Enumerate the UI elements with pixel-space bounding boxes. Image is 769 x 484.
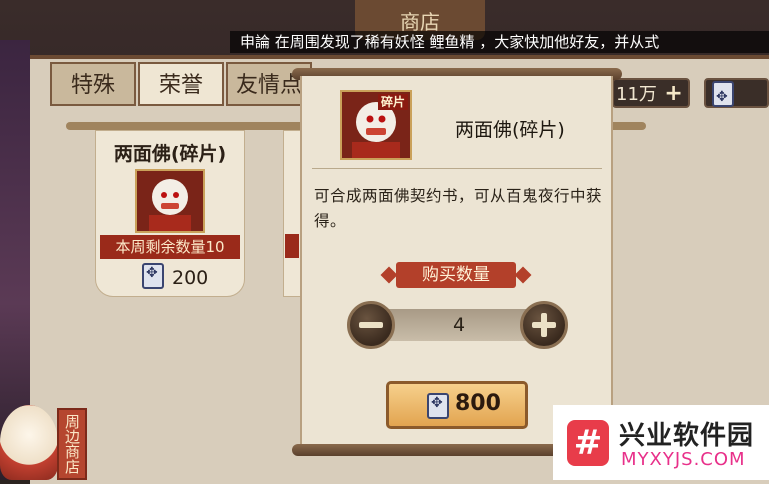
card-item-name: 两面佛(碎片)	[113, 143, 227, 165]
increase-quantity-button[interactable]	[520, 301, 568, 349]
currency-amount: 11万	[616, 84, 657, 105]
tab-special[interactable]: 特殊	[50, 62, 136, 106]
popup-item-portrait: 碎片	[340, 90, 412, 160]
watermark-title: 兴业软件园	[619, 421, 755, 451]
quantity-label: 购买数量	[396, 262, 516, 288]
minus-icon	[359, 322, 383, 328]
lucky-cat-icon[interactable]	[0, 405, 58, 480]
fragment-tag: 碎片	[377, 94, 408, 110]
announcement-ticker: 申論 在周围发现了稀有妖怪 鲤鱼精 ，大家快加他好友，并从式	[230, 31, 769, 53]
tab-honor[interactable]: 荣誉	[138, 62, 224, 106]
watermark-url: MYXYJS.COM	[621, 449, 746, 470]
currency-display: 11万 +	[612, 78, 690, 108]
decrease-quantity-button[interactable]	[347, 301, 395, 349]
side-shop-tag[interactable]: 周边商店	[57, 408, 87, 480]
popup-item-name: 两面佛(碎片)	[455, 119, 565, 141]
honor-ticket-icon	[712, 81, 734, 111]
popup-divider	[312, 168, 602, 169]
buy-button[interactable]: 800	[386, 381, 528, 429]
popup-item-description: 可合成两面佛契约书，可从百鬼夜行中获得。	[314, 187, 603, 230]
currency-slot-2	[704, 78, 769, 111]
watermark: # 兴业软件园 MYXYJS.COM	[553, 405, 769, 480]
plus-icon-vertical	[541, 313, 547, 337]
partial-stock-label	[285, 234, 299, 258]
card-stock-label: 本周剩余数量10	[100, 235, 240, 259]
shop-tabs: 特殊 荣誉 友情点	[50, 62, 312, 106]
shop-item-card[interactable]: 两面佛(碎片) 本周剩余数量10 200	[95, 130, 245, 297]
add-currency-button[interactable]: +	[663, 83, 685, 105]
watermark-logo: #	[567, 420, 609, 466]
honor-ticket-icon	[142, 263, 164, 289]
demon-portrait-icon	[137, 171, 203, 231]
buy-total-price: 800	[455, 391, 501, 416]
card-item-portrait	[135, 169, 205, 233]
card-price: 200	[172, 267, 209, 289]
honor-ticket-icon	[427, 393, 449, 419]
